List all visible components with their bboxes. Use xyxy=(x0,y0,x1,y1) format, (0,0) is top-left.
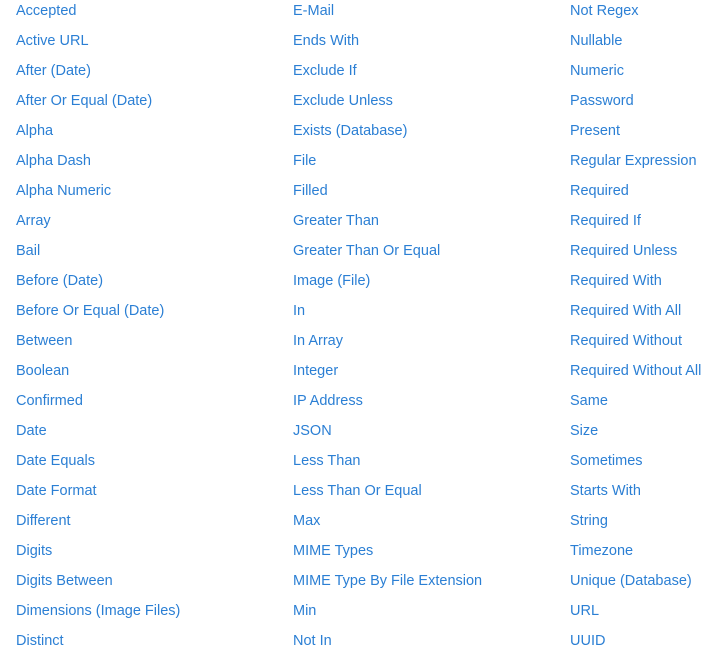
rule-link[interactable]: Dimensions (Image Files) xyxy=(16,600,180,630)
rule-link[interactable]: Required With All xyxy=(570,300,701,330)
rule-link[interactable]: IP Address xyxy=(293,390,482,420)
rule-link[interactable]: Ends With xyxy=(293,30,482,60)
rule-link[interactable]: Between xyxy=(16,330,180,360)
rule-link[interactable]: JSON xyxy=(293,420,482,450)
rule-link[interactable]: Min xyxy=(293,600,482,630)
rule-link[interactable]: Alpha xyxy=(16,120,180,150)
rule-link[interactable]: Boolean xyxy=(16,360,180,390)
rule-link[interactable]: Active URL xyxy=(16,30,180,60)
rule-link[interactable]: Date Equals xyxy=(16,450,180,480)
rule-link[interactable]: Accepted xyxy=(16,0,180,30)
rule-link[interactable]: Less Than Or Equal xyxy=(293,480,482,510)
rule-link[interactable]: Password xyxy=(570,90,701,120)
rule-link[interactable]: Integer xyxy=(293,360,482,390)
rule-link[interactable]: Bail xyxy=(16,240,180,270)
rule-link[interactable]: Greater Than Or Equal xyxy=(293,240,482,270)
rule-link[interactable]: Not Regex xyxy=(570,0,701,30)
rule-link[interactable]: Alpha Numeric xyxy=(16,180,180,210)
rule-link[interactable]: Digits Between xyxy=(16,570,180,600)
rule-link[interactable]: In xyxy=(293,300,482,330)
rule-link[interactable]: Filled xyxy=(293,180,482,210)
rule-link[interactable]: Unique (Database) xyxy=(570,570,701,600)
rule-link[interactable]: Regular Expression xyxy=(570,150,701,180)
rule-link[interactable]: Exclude If xyxy=(293,60,482,90)
rule-link[interactable]: In Array xyxy=(293,330,482,360)
rule-link[interactable]: URL xyxy=(570,600,701,630)
rule-link[interactable]: String xyxy=(570,510,701,540)
rule-link[interactable]: Less Than xyxy=(293,450,482,480)
rule-link[interactable]: Required If xyxy=(570,210,701,240)
rule-link[interactable]: MIME Types xyxy=(293,540,482,570)
rule-link[interactable]: Required With xyxy=(570,270,701,300)
rule-link[interactable]: Present xyxy=(570,120,701,150)
rule-link[interactable]: Different xyxy=(16,510,180,540)
rule-link[interactable]: Nullable xyxy=(570,30,701,60)
rule-link[interactable]: Exists (Database) xyxy=(293,120,482,150)
rule-link[interactable]: Sometimes xyxy=(570,450,701,480)
rule-link[interactable]: Greater Than xyxy=(293,210,482,240)
rule-link[interactable]: Before (Date) xyxy=(16,270,180,300)
rule-link[interactable]: UUID xyxy=(570,630,701,660)
rule-link[interactable]: Size xyxy=(570,420,701,450)
rule-link[interactable]: File xyxy=(293,150,482,180)
rule-link[interactable]: Before Or Equal (Date) xyxy=(16,300,180,330)
rule-link[interactable]: Required Without xyxy=(570,330,701,360)
rule-link[interactable]: E-Mail xyxy=(293,0,482,30)
rule-link[interactable]: Array xyxy=(16,210,180,240)
rule-link[interactable]: Exclude Unless xyxy=(293,90,482,120)
rule-link[interactable]: Not In xyxy=(293,630,482,660)
rule-link[interactable]: Numeric xyxy=(570,60,701,90)
rule-link[interactable]: Required Without All xyxy=(570,360,701,390)
rule-link[interactable]: MIME Type By File Extension xyxy=(293,570,482,600)
rule-link[interactable]: Distinct xyxy=(16,630,180,660)
rule-link[interactable]: After (Date) xyxy=(16,60,180,90)
rule-link[interactable]: Max xyxy=(293,510,482,540)
rules-column-3: Not Regex Nullable Numeric Password Present R… xyxy=(570,0,701,660)
rule-link[interactable]: Required Unless xyxy=(570,240,701,270)
rule-link[interactable]: After Or Equal (Date) xyxy=(16,90,180,120)
rules-column-1: Accepted Active URL After (Date) After Or E… xyxy=(16,0,180,660)
rule-link[interactable]: Image (File) xyxy=(293,270,482,300)
rule-link[interactable]: Date xyxy=(16,420,180,450)
rule-link[interactable]: Confirmed xyxy=(16,390,180,420)
rule-link[interactable]: Required xyxy=(570,180,701,210)
rule-link[interactable]: Alpha Dash xyxy=(16,150,180,180)
rules-column-2: E-Mail Ends With Exclude If Exclude Unless E… xyxy=(293,0,482,660)
rule-link[interactable]: Date Format xyxy=(16,480,180,510)
rule-link[interactable]: Digits xyxy=(16,540,180,570)
rule-link[interactable]: Starts With xyxy=(570,480,701,510)
rule-link[interactable]: Same xyxy=(570,390,701,420)
rule-link[interactable]: Timezone xyxy=(570,540,701,570)
